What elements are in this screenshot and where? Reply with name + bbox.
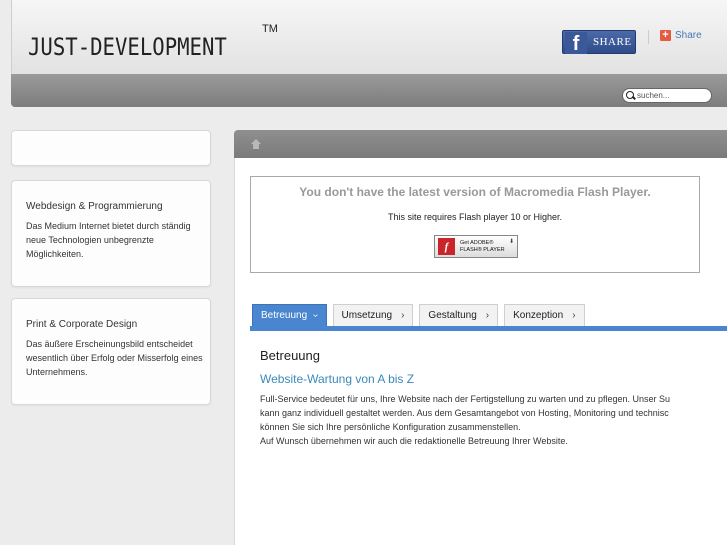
sidebar-box-title: Print & Corporate Design — [26, 319, 138, 330]
tab-label: Betreuung — [261, 310, 308, 321]
section-text: Full-Service bedeutet für uns, Ihre Webs… — [260, 392, 701, 448]
flash-notice-title: You don't have the latest version of Mac… — [299, 185, 651, 199]
tab-bar: Betreuung › Umsetzung › Gestaltung › Konzep… — [252, 304, 591, 326]
get-flash-player-button[interactable]: f Get ADOBE® FLASH® PLAYER ⬇ — [434, 235, 518, 258]
tab-betreuung[interactable]: Betreuung › — [252, 304, 327, 326]
section-text-line: Auf Wunsch übernehmen wir auch die redak… — [260, 436, 568, 446]
chevron-right-icon: › — [572, 310, 576, 321]
search-icon — [626, 91, 635, 100]
tab-konzeption[interactable]: Konzeption › — [504, 304, 585, 326]
facebook-share-label: SHARE — [593, 36, 632, 48]
flash-notice: You don't have the latest version of Mac… — [250, 176, 700, 273]
sidebar-box-title: Webdesign & Programmierung — [26, 201, 163, 212]
share-button[interactable]: + Share — [660, 30, 702, 41]
site-logo[interactable]: JUST-DEVELOPMENT — [28, 33, 227, 61]
flash-logo-icon: f — [438, 238, 455, 255]
home-icon[interactable] — [251, 139, 261, 149]
section-title: Betreuung — [260, 348, 320, 363]
section-text-line: Full-Service bedeutet für uns, Ihre Webs… — [260, 394, 671, 404]
download-arrow-icon: ⬇ — [508, 239, 514, 245]
section-text-line: kann ganz individuell gestaltet werden. … — [260, 408, 669, 418]
chevron-down-icon: › — [310, 313, 322, 318]
chevron-right-icon: › — [485, 310, 490, 321]
sidebar-box-text: Das äußere Erscheinungsbild entscheidet … — [26, 339, 203, 377]
sidebar-box-webdesign[interactable]: Webdesign & Programmierung Das Medium In… — [11, 180, 211, 287]
search-box[interactable] — [622, 88, 712, 103]
facebook-share-button[interactable]: f SHARE — [562, 30, 636, 54]
main-content: You don't have the latest version of Mac… — [234, 158, 727, 545]
sidebar-box-print[interactable]: Print & Corporate Design Das äußere Ersc… — [11, 298, 211, 405]
breadcrumb-bar — [234, 130, 727, 158]
site-header: JUST-DEVELOPMENT TM f SHARE + Share — [11, 0, 727, 74]
tab-gestaltung[interactable]: Gestaltung › — [419, 304, 499, 326]
flash-badge-line2: FLASH® PLAYER — [460, 246, 505, 253]
search-input[interactable] — [637, 89, 711, 102]
section-link[interactable]: Website-Wartung von A bis Z — [260, 372, 414, 386]
trademark-mark: TM — [262, 23, 278, 35]
tab-label: Konzeption — [513, 310, 564, 321]
flash-notice-subtitle: This site requires Flash player 10 or Hi… — [387, 212, 563, 222]
plus-icon: + — [660, 30, 671, 41]
tab-label: Umsetzung — [341, 310, 393, 321]
sidebar-box-text: Das Medium Internet bietet durch ständig… — [26, 221, 191, 259]
flash-badge-line1: Get ADOBE® — [460, 239, 494, 246]
share-label: Share — [675, 30, 702, 41]
tab-umsetzung[interactable]: Umsetzung › — [332, 304, 414, 326]
header-divider — [648, 30, 649, 44]
section-text-line: können Sie sich Ihre persönliche Konfigu… — [260, 422, 521, 432]
sidebar-empty-box — [11, 130, 211, 166]
chevron-right-icon: › — [401, 310, 405, 321]
tab-label: Gestaltung — [428, 310, 477, 321]
tab-underline — [250, 326, 727, 331]
nav-bar — [11, 74, 727, 107]
facebook-icon: f — [565, 32, 587, 54]
